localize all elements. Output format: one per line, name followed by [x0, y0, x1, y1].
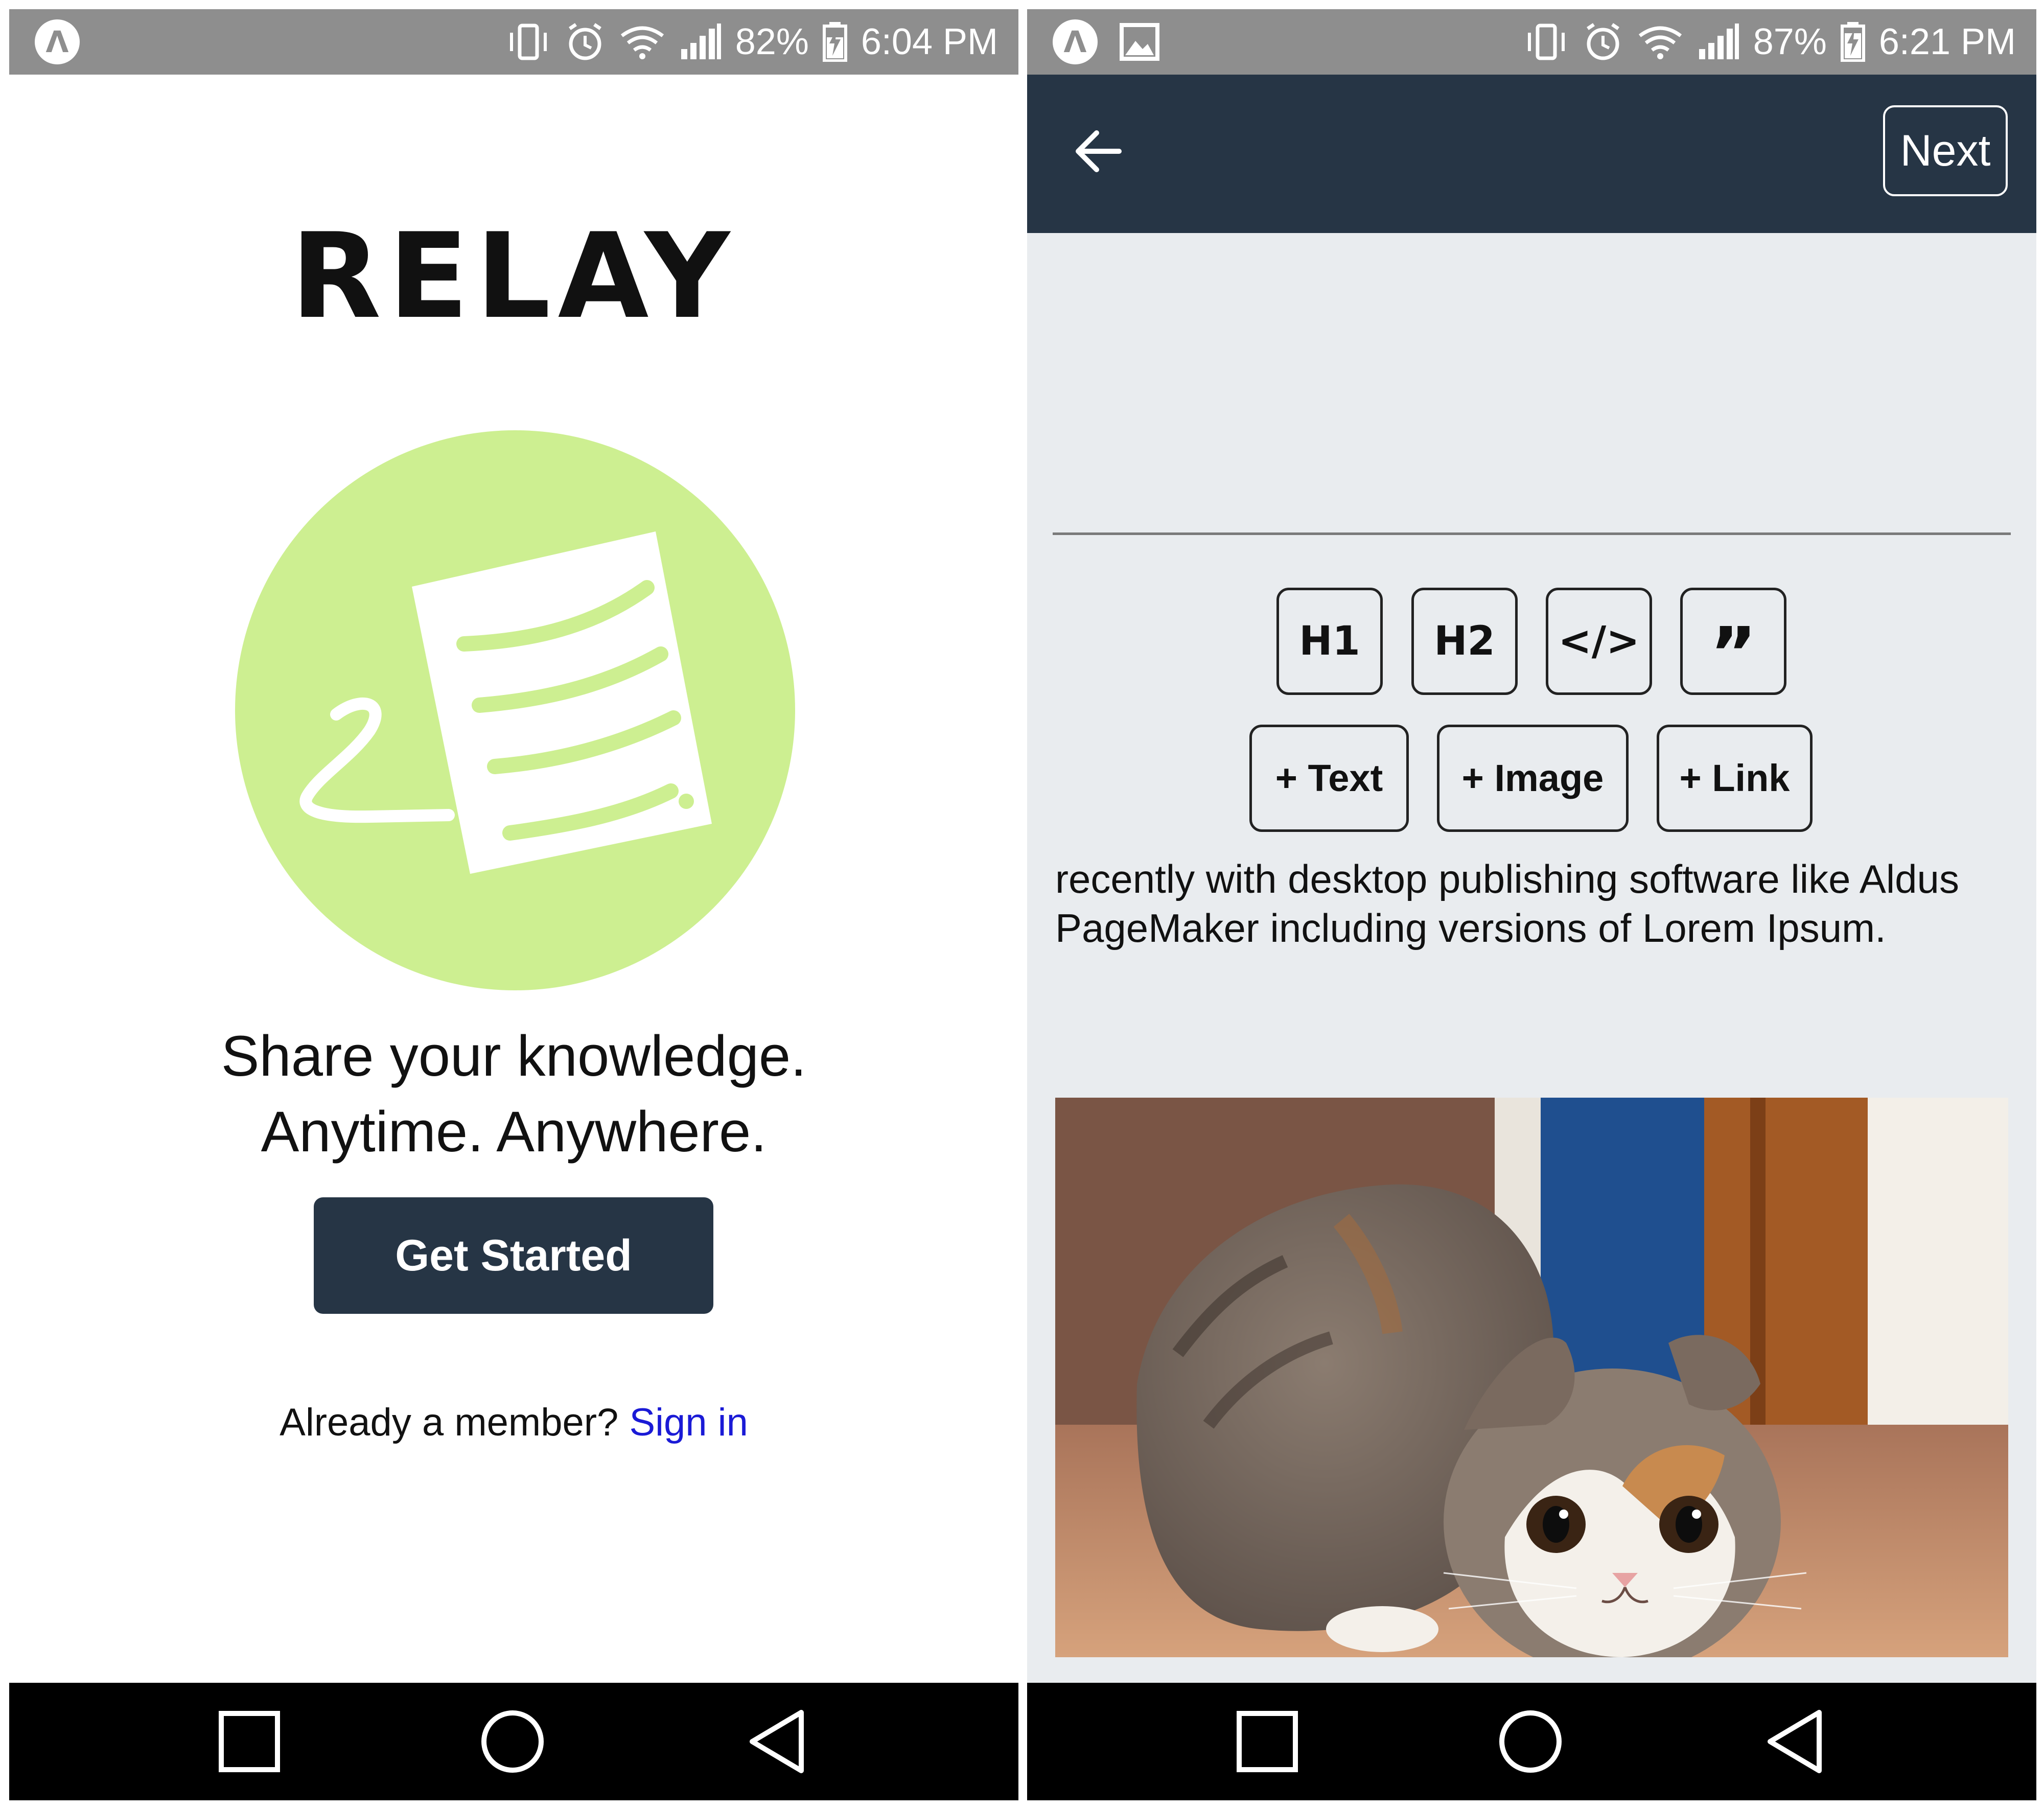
- add-image-button[interactable]: + Image: [1437, 725, 1629, 832]
- recent-apps-button[interactable]: [216, 1708, 283, 1775]
- tagline-line-1: Share your knowledge.: [221, 1024, 807, 1088]
- quote-button[interactable]: ”: [1680, 588, 1786, 695]
- app-notification-icon: Λ: [1053, 19, 1098, 64]
- image-notification-icon: [1120, 23, 1159, 61]
- cell-signal-icon: [1699, 24, 1739, 59]
- h2-button[interactable]: H2: [1411, 588, 1518, 695]
- add-text-button[interactable]: + Text: [1249, 725, 1409, 832]
- battery-charging-icon: [822, 22, 847, 62]
- brand-title: RELAY: [290, 208, 737, 345]
- back-nav-button[interactable]: [1763, 1708, 1829, 1775]
- signin-row: Already a member? Sign in: [9, 1400, 1018, 1445]
- app-notification-icon: Λ: [35, 19, 80, 64]
- code-button[interactable]: </>: [1546, 588, 1652, 695]
- status-bar: Λ 87% 6:21 PM: [1027, 9, 2036, 75]
- title-input-underline: [1053, 532, 2011, 535]
- body-text-block[interactable]: recently with desktop publishing softwar…: [1055, 854, 2006, 953]
- clock: 6:21 PM: [1878, 21, 2016, 62]
- vibrate-icon: [1527, 24, 1565, 60]
- back-nav-button[interactable]: [745, 1708, 811, 1775]
- alarm-icon: [1586, 23, 1619, 60]
- add-link-button[interactable]: + Link: [1657, 725, 1813, 832]
- tagline: Share your knowledge. Anytime. Anywhere.: [9, 1018, 1018, 1170]
- wifi-icon: [1638, 26, 1682, 59]
- cell-signal-icon: [681, 24, 721, 59]
- home-button[interactable]: [1497, 1708, 1564, 1775]
- signin-prompt: Already a member?: [280, 1401, 619, 1444]
- recent-apps-button[interactable]: [1234, 1708, 1300, 1775]
- clock: 6:04 PM: [861, 21, 998, 62]
- cat-photo[interactable]: [1055, 1098, 2008, 1657]
- arrow-left-icon[interactable]: [1073, 126, 1124, 177]
- wifi-icon: [620, 26, 664, 59]
- editor-screen: Λ 87% 6:21 PM Next H1 H2 </> ” + Text + …: [1027, 9, 2036, 1800]
- document-scroll-icon: [235, 430, 795, 990]
- vibrate-icon: [509, 24, 547, 60]
- tagline-line-2: Anytime. Anywhere.: [261, 1100, 767, 1164]
- battery-charging-icon: [1840, 22, 1865, 62]
- sign-in-link[interactable]: Sign in: [629, 1401, 748, 1444]
- system-nav-bar: [9, 1683, 1018, 1800]
- next-button[interactable]: Next: [1883, 105, 2008, 196]
- status-bar: Λ 82% 6:04 PM: [9, 9, 1018, 75]
- welcome-screen: Λ 82% 6:04 PM RELAY Share your knowledge…: [9, 9, 1018, 1800]
- app-bar: Next: [1027, 75, 2036, 233]
- home-button[interactable]: [479, 1708, 546, 1775]
- system-nav-bar: [1027, 1683, 2036, 1800]
- battery-percent: 82%: [735, 21, 809, 62]
- alarm-icon: [568, 23, 601, 60]
- h1-button[interactable]: H1: [1276, 588, 1383, 695]
- get-started-button[interactable]: Get Started: [314, 1197, 713, 1314]
- battery-percent: 87%: [1753, 21, 1827, 62]
